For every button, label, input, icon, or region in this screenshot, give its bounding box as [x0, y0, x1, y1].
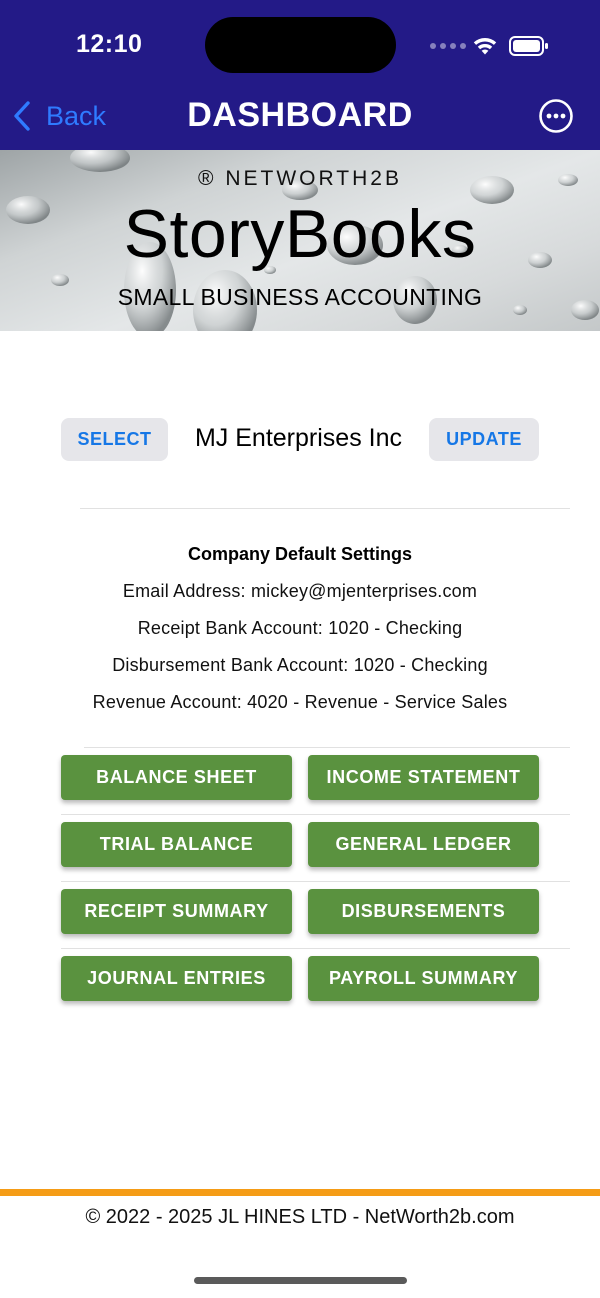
status-icons — [430, 34, 580, 56]
divider — [61, 814, 570, 815]
dynamic-island — [205, 17, 396, 73]
balance-sheet-button[interactable]: BALANCE SHEET — [61, 755, 292, 800]
update-company-button[interactable]: UPDATE — [429, 418, 539, 461]
select-company-button[interactable]: SELECT — [61, 418, 168, 461]
divider — [80, 508, 570, 509]
banner-subtitle: SMALL BUSINESS ACCOUNTING — [117, 284, 483, 310]
ellipsis-circle-icon[interactable] — [538, 98, 574, 134]
app-banner: ® NETWORTH2B StoryBooks SMALL BUSINESS A… — [0, 150, 600, 331]
banner-title: StoryBooks — [123, 196, 477, 272]
company-default-settings: Company Default Settings Email Address: … — [0, 542, 600, 727]
payroll-summary-button[interactable]: PAYROLL SUMMARY — [308, 956, 539, 1001]
journal-entries-button[interactable]: JOURNAL ENTRIES — [61, 956, 292, 1001]
cellular-signal-icon — [430, 43, 466, 49]
settings-title: Company Default Settings — [187, 544, 413, 564]
top-bar: 12:10 Back DASHBOARD — [0, 0, 600, 150]
chevron-left-icon — [14, 101, 30, 131]
disbursements-button[interactable]: DISBURSEMENTS — [308, 889, 539, 934]
divider — [61, 948, 570, 949]
divider — [84, 747, 570, 748]
general-ledger-button[interactable]: GENERAL LEDGER — [308, 822, 539, 867]
receipt-summary-button[interactable]: RECEIPT SUMMARY — [61, 889, 292, 934]
revenue-account: Revenue Account: 4020 - Revenue - Servic… — [92, 692, 508, 712]
divider — [61, 881, 570, 882]
income-statement-button[interactable]: INCOME STATEMENT — [308, 755, 539, 800]
email-address: Email Address: mickey@mjenterprises.com — [122, 581, 478, 601]
company-name: MJ Enterprises Inc — [194, 424, 402, 452]
battery-icon — [509, 36, 548, 56]
disbursement-bank-account: Disbursement Bank Account: 1020 - Checki… — [112, 655, 488, 675]
footer-copyright[interactable]: © 2022 - 2025 JL HINES LTD - NetWorth2b.… — [0, 1206, 600, 1229]
wifi-icon — [473, 38, 497, 55]
back-button[interactable]: Back — [12, 98, 106, 134]
footer-accent-bar — [0, 1189, 600, 1196]
status-time: 12:10 — [76, 30, 143, 58]
receipt-bank-account: Receipt Bank Account: 1020 - Checking — [137, 618, 463, 638]
home-indicator[interactable] — [194, 1277, 407, 1284]
back-label: Back — [46, 100, 107, 131]
banner-brand: ® NETWORTH2B — [198, 167, 402, 190]
trial-balance-button[interactable]: TRIAL BALANCE — [61, 822, 292, 867]
